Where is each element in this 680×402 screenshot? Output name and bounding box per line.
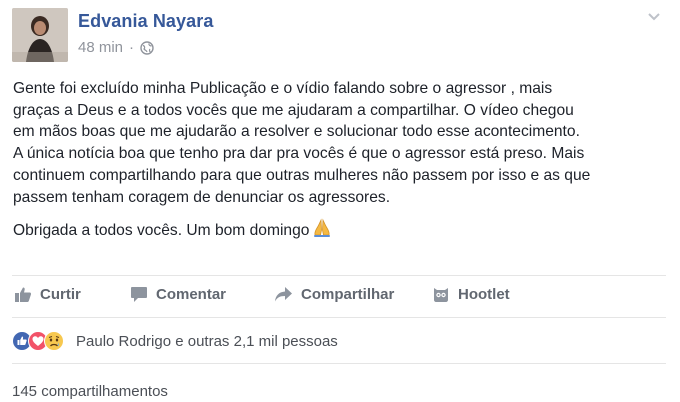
post-meta: 48 min · [78, 39, 154, 56]
praying-hands-icon [312, 218, 332, 245]
post-card: Edvania Nayara 48 min · Gente foi excluí… [0, 0, 680, 402]
shares-count[interactable]: 145 compartilhamentos [12, 383, 168, 400]
post-text-line: em mãos boas que me ajudarão a resolver … [13, 123, 580, 141]
hootlet-label: Hootlet [458, 286, 510, 303]
like-button[interactable]: Curtir [14, 286, 81, 303]
divider [12, 363, 666, 364]
divider [12, 275, 666, 276]
reaction-icons[interactable] [12, 331, 64, 351]
post-text: Gente foi excluído minha Publicação e o … [13, 78, 668, 245]
post-text-line: graças a Deus e a todos vocês que me aju… [13, 101, 574, 119]
post-text-line: A única notícia boa que tenho pra dar pr… [13, 145, 585, 163]
author-avatar[interactable] [12, 8, 68, 62]
post-time[interactable]: 48 min [78, 39, 123, 56]
post-text-line: Gente foi excluído minha Publicação e o … [13, 80, 553, 97]
globe-icon[interactable] [140, 40, 154, 55]
comment-button[interactable]: Comentar [130, 286, 226, 303]
share-button[interactable]: Compartilhar [274, 286, 394, 303]
meta-separator: · [129, 39, 135, 56]
like-label: Curtir [40, 286, 81, 303]
share-label: Compartilhar [301, 286, 395, 303]
post-closing-text: Obrigada a todos vocês. Um bom domingo [13, 222, 310, 240]
hootlet-owl-icon [434, 288, 448, 302]
reactions-summary-text[interactable]: Paulo Rodrigo e outras 2,1 mil pessoas [76, 333, 338, 350]
thumbs-up-icon [15, 287, 32, 302]
divider [12, 317, 666, 318]
comment-icon [131, 287, 147, 302]
reactions-summary: Paulo Rodrigo e outras 2,1 mil pessoas [12, 331, 338, 351]
sad-reaction-icon [44, 331, 64, 351]
action-bar: Curtir Comentar Compartilhar Hootlet [12, 282, 668, 312]
post-text-line: passem tenham coragem de denunciar os ag… [13, 188, 391, 206]
post-closing-line: Obrigada a todos vocês. Um bom domingo [13, 218, 668, 245]
share-arrow-icon [275, 287, 292, 302]
hootlet-button[interactable]: Hootlet [432, 286, 510, 303]
avatar-photo-icon [12, 8, 68, 62]
comment-label: Comentar [156, 286, 227, 303]
author-name[interactable]: Edvania Nayara [78, 11, 213, 32]
chevron-down-icon[interactable] [646, 10, 662, 24]
post-text-line: continuem compartilhando para que outras… [13, 166, 591, 184]
